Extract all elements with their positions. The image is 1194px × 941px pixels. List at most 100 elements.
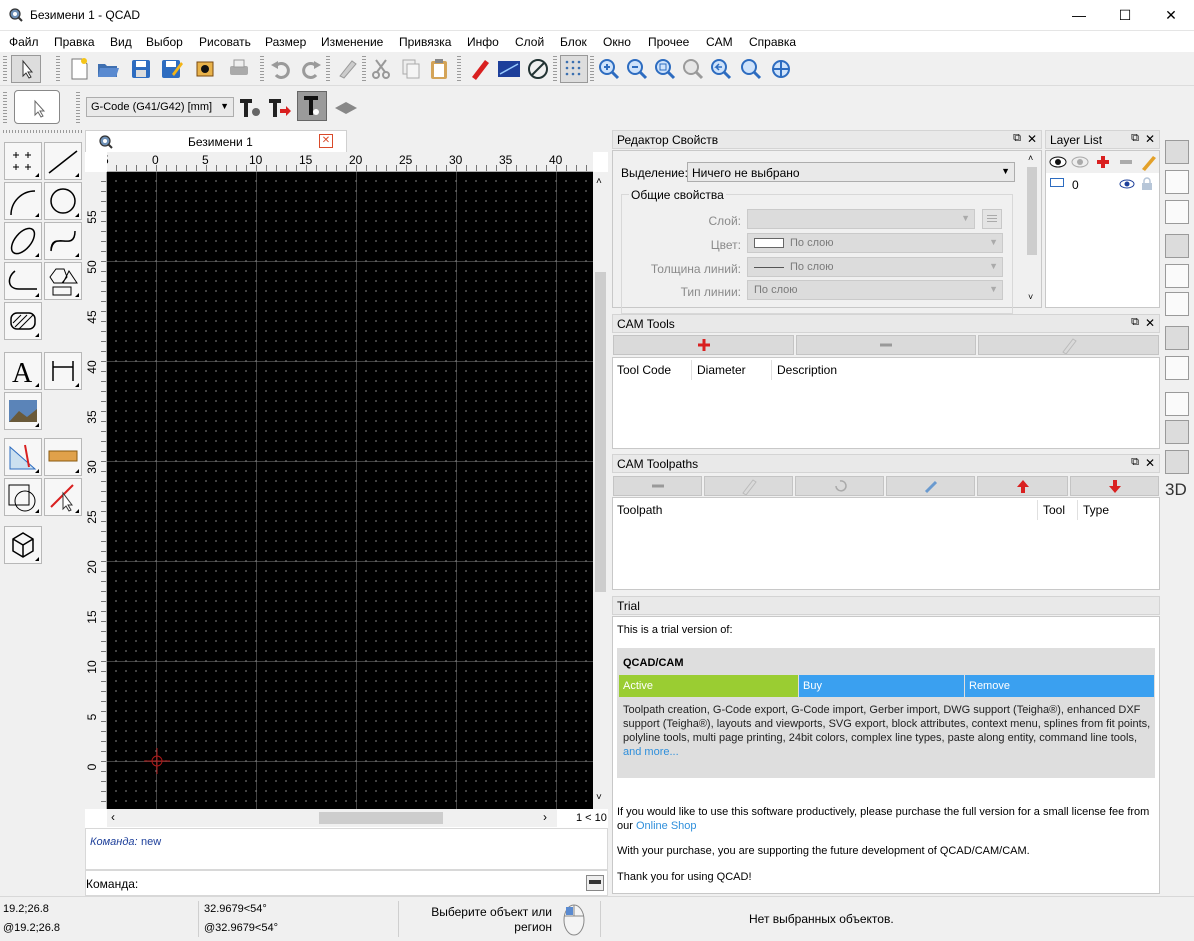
library-browser-toggle-icon[interactable] [1165, 200, 1189, 224]
zoom-out-icon[interactable] [624, 56, 650, 82]
layer-row[interactable]: 0 [1046, 175, 1159, 193]
remove-tool-button[interactable] [796, 335, 976, 355]
menu-view[interactable]: Вид [110, 35, 132, 49]
menu-block[interactable]: Блок [560, 35, 587, 49]
maximize-button[interactable]: ☐ [1102, 0, 1148, 31]
points-tool-icon[interactable] [4, 142, 42, 180]
add-tool-button[interactable] [613, 335, 794, 355]
paste-icon[interactable] [426, 56, 452, 82]
text-tool-icon[interactable]: A [4, 352, 42, 390]
document-tab[interactable]: Безимени 1 ✕ [85, 130, 347, 152]
menu-edit[interactable]: Правка [54, 35, 95, 49]
selection-select[interactable]: Ничего не выбрано ▼ [687, 162, 1015, 182]
select-tool-icon[interactable] [44, 478, 82, 516]
menu-cam[interactable]: CAM [706, 35, 733, 49]
layer-prop-field[interactable]: ▼ [747, 209, 975, 229]
scroll-down-icon[interactable]: ˅ [596, 792, 602, 803]
toolpath-settings-button[interactable] [886, 476, 975, 496]
scroll-up-icon[interactable]: ˄ [596, 176, 602, 187]
print-icon[interactable] [226, 56, 252, 82]
eraser-icon[interactable] [334, 56, 360, 82]
float-panel-icon[interactable]: ⧉ [1131, 316, 1139, 329]
close-panel-icon[interactable]: ✕ [1145, 316, 1155, 330]
move-toolpath-up-button[interactable] [977, 476, 1068, 496]
scroll-up-icon[interactable]: ˄ [1028, 153, 1033, 163]
command-line-toggle-icon[interactable] [1165, 326, 1189, 350]
menu-layer[interactable]: Слой [515, 35, 544, 49]
cam-toolpath-icon[interactable] [297, 91, 327, 121]
scroll-down-icon[interactable]: ˅ [1028, 292, 1033, 302]
pen-icon[interactable] [467, 56, 493, 82]
hatch-tool-icon[interactable] [4, 302, 42, 340]
block-tool-icon[interactable] [4, 478, 42, 516]
close-panel-icon[interactable]: ✕ [1145, 456, 1155, 470]
polyline-tool-icon[interactable] [4, 262, 42, 300]
menu-snap[interactable]: Привязка [399, 35, 451, 49]
spline-tool-icon[interactable] [44, 222, 82, 260]
menu-window[interactable]: Окно [603, 35, 631, 49]
property-editor-toggle-icon[interactable] [1165, 140, 1189, 164]
pan-icon[interactable] [768, 56, 794, 82]
select-pointer-icon[interactable] [11, 55, 41, 83]
reset-toolpath-button[interactable] [795, 476, 884, 496]
dimension-tool-icon[interactable] [44, 352, 82, 390]
close-tab-icon[interactable]: ✕ [319, 134, 333, 148]
move-toolpath-down-button[interactable] [1070, 476, 1159, 496]
horizontal-scroll-thumb[interactable] [319, 812, 443, 824]
linetype-icon[interactable] [496, 56, 522, 82]
selection-filter-toggle-icon[interactable] [1165, 264, 1189, 288]
layer-list-icon[interactable] [982, 209, 1002, 229]
cam-toolpaths-toggle-icon[interactable] [1165, 450, 1189, 474]
close-button[interactable]: ✕ [1148, 0, 1194, 31]
menu-file[interactable]: Файл [9, 35, 39, 49]
grid-toggle-icon[interactable] [560, 55, 588, 83]
float-panel-icon[interactable]: ⧉ [1013, 132, 1021, 145]
save-icon[interactable] [128, 56, 154, 82]
property-scrollbar[interactable]: ˄ ˅ [1025, 153, 1039, 305]
vertical-scrollbar[interactable]: ˄ ˅ [593, 172, 608, 809]
measure-tool-icon[interactable] [44, 438, 82, 476]
float-panel-icon[interactable]: ⧉ [1131, 132, 1139, 145]
command-console-icon[interactable] [586, 875, 604, 891]
shapes-tool-icon[interactable] [44, 262, 82, 300]
clipboard-toggle-icon[interactable] [1165, 356, 1189, 380]
zoom-window-icon[interactable] [738, 56, 764, 82]
3d-tool-icon[interactable] [4, 526, 42, 564]
layer-list-toggle-icon[interactable] [1165, 234, 1189, 258]
close-panel-icon[interactable]: ✕ [1145, 132, 1155, 146]
trial-shop-link[interactable]: Online Shop [636, 820, 697, 832]
minimize-button[interactable]: — [1056, 0, 1102, 31]
gcode-format-select[interactable]: G-Code (G41/G42) [mm] ▼ [86, 97, 234, 117]
trial-active-button[interactable]: Active [619, 675, 798, 697]
close-panel-icon[interactable]: ✕ [1027, 132, 1037, 146]
menu-select[interactable]: Выбор [146, 35, 183, 49]
line-tool-icon[interactable] [44, 142, 82, 180]
trial-more-link[interactable]: and more... [623, 746, 679, 758]
zoom-previous-icon[interactable] [708, 56, 734, 82]
menu-draw[interactable]: Рисовать [199, 35, 251, 49]
cam-tools-toggle-icon[interactable] [1165, 420, 1189, 444]
view-list-toggle-icon[interactable] [1165, 292, 1189, 316]
float-panel-icon[interactable]: ⧉ [1131, 456, 1139, 469]
hide-all-layers-icon[interactable] [1070, 153, 1090, 171]
3d-view-toggle[interactable]: 3D [1165, 480, 1187, 500]
column-description[interactable]: Description [777, 363, 837, 377]
zoom-in-icon[interactable] [596, 56, 622, 82]
drawing-canvas[interactable] [107, 172, 593, 809]
remove-layer-icon[interactable] [1116, 153, 1136, 171]
scroll-left-icon[interactable]: ‹ [111, 810, 115, 824]
color-prop-field[interactable]: По слою ▼ [747, 233, 1003, 253]
3d-simulation-icon[interactable] [333, 95, 359, 121]
column-tool[interactable]: Tool [1043, 503, 1065, 517]
edit-tool-button[interactable] [978, 335, 1159, 355]
column-diameter[interactable]: Diameter [697, 363, 746, 377]
print-preview-icon[interactable] [192, 56, 218, 82]
snap-selection-button[interactable] [14, 90, 60, 124]
edit-toolpath-button[interactable] [704, 476, 793, 496]
block-list-toggle-icon[interactable] [1165, 170, 1189, 194]
add-layer-icon[interactable] [1093, 153, 1113, 171]
zoom-selection-icon[interactable] [680, 56, 706, 82]
linetype-prop-field[interactable]: По слою ▼ [747, 280, 1003, 300]
menu-modify[interactable]: Изменение [321, 35, 383, 49]
zoom-auto-icon[interactable] [652, 56, 678, 82]
